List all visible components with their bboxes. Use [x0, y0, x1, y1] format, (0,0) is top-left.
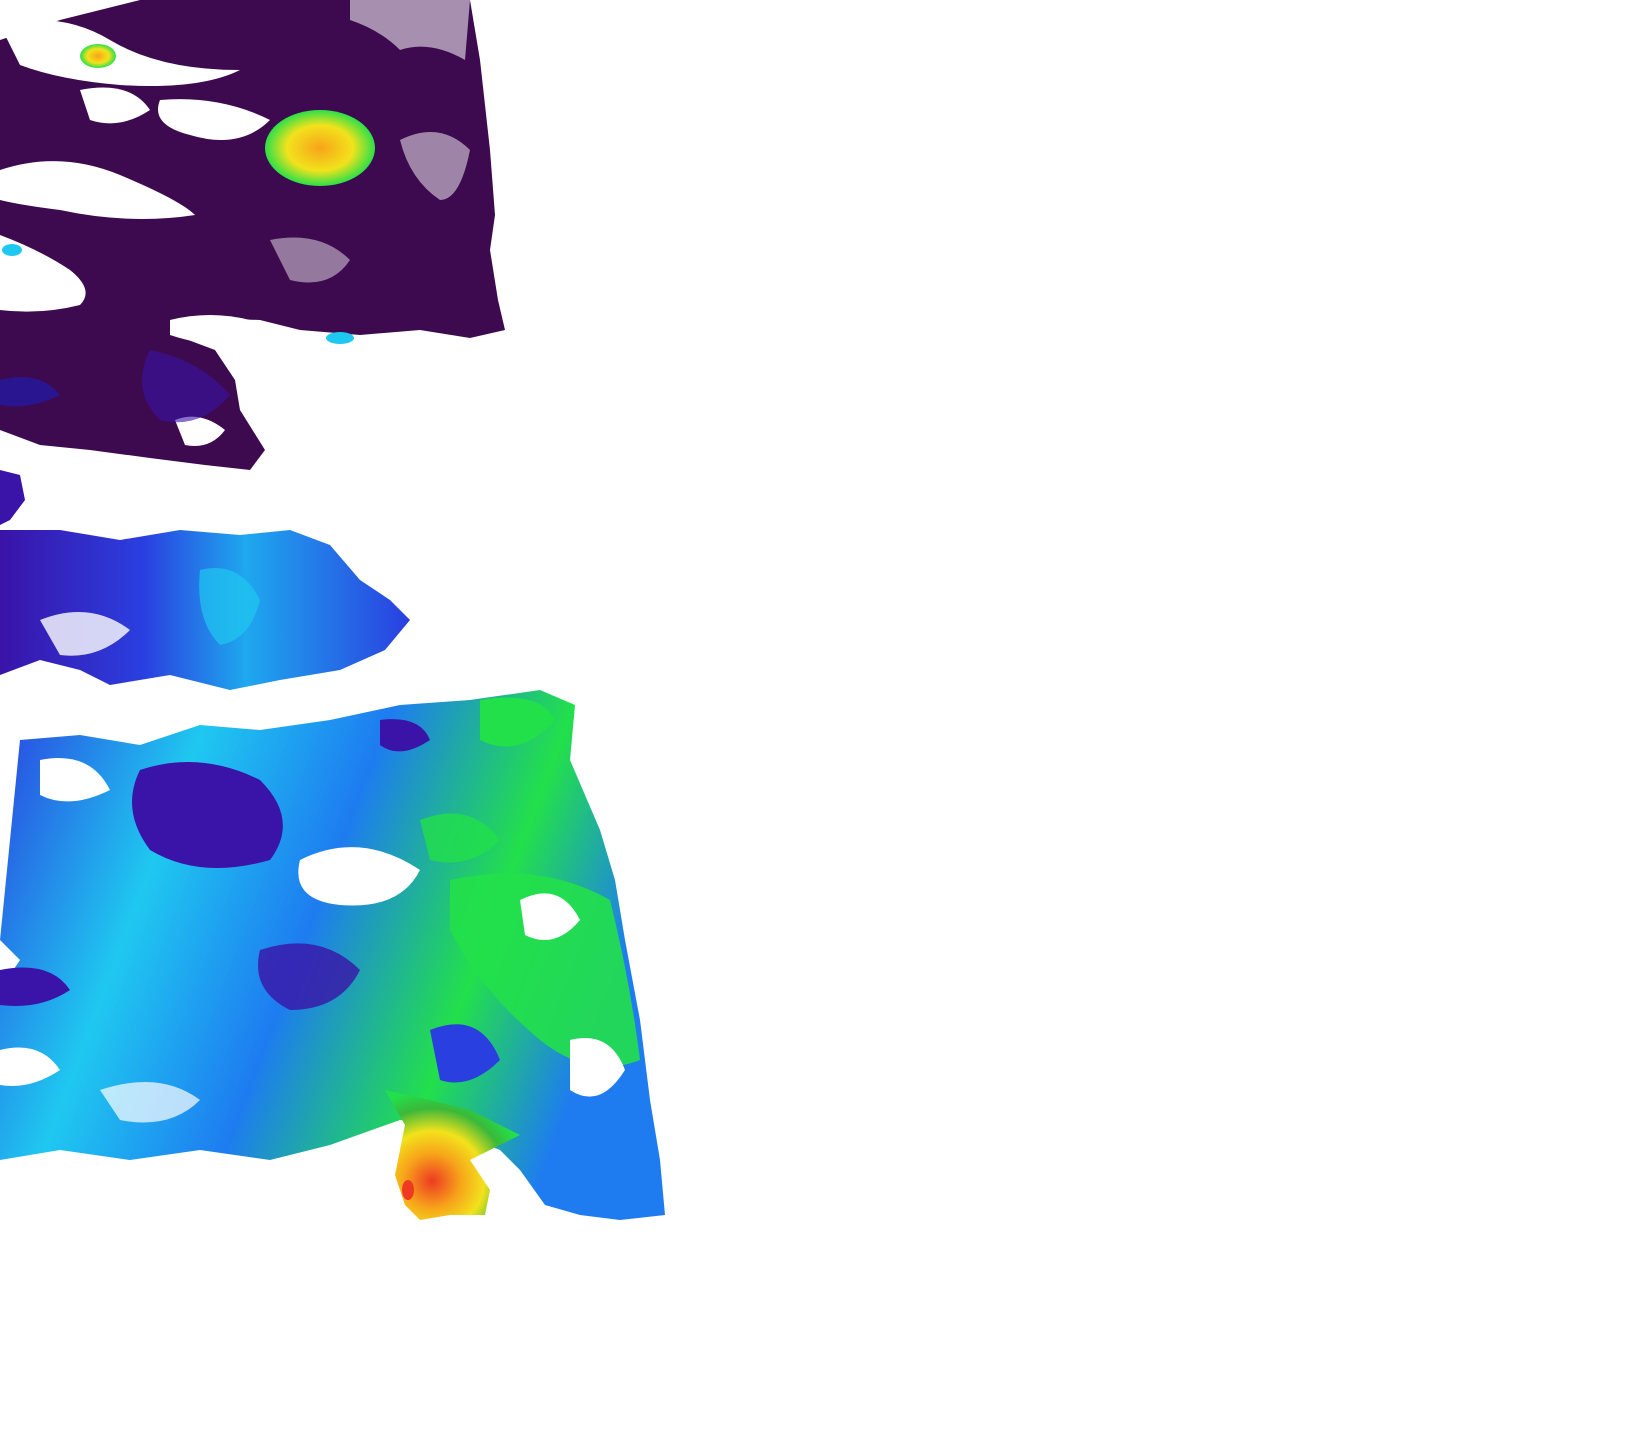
map-svg [0, 0, 665, 1220]
region-north-low-values [0, 0, 505, 470]
region-mid-band [0, 530, 410, 690]
region-edge-fragment [0, 470, 25, 525]
region-south-field [0, 690, 665, 1220]
satellite-map [0, 0, 1650, 1430]
